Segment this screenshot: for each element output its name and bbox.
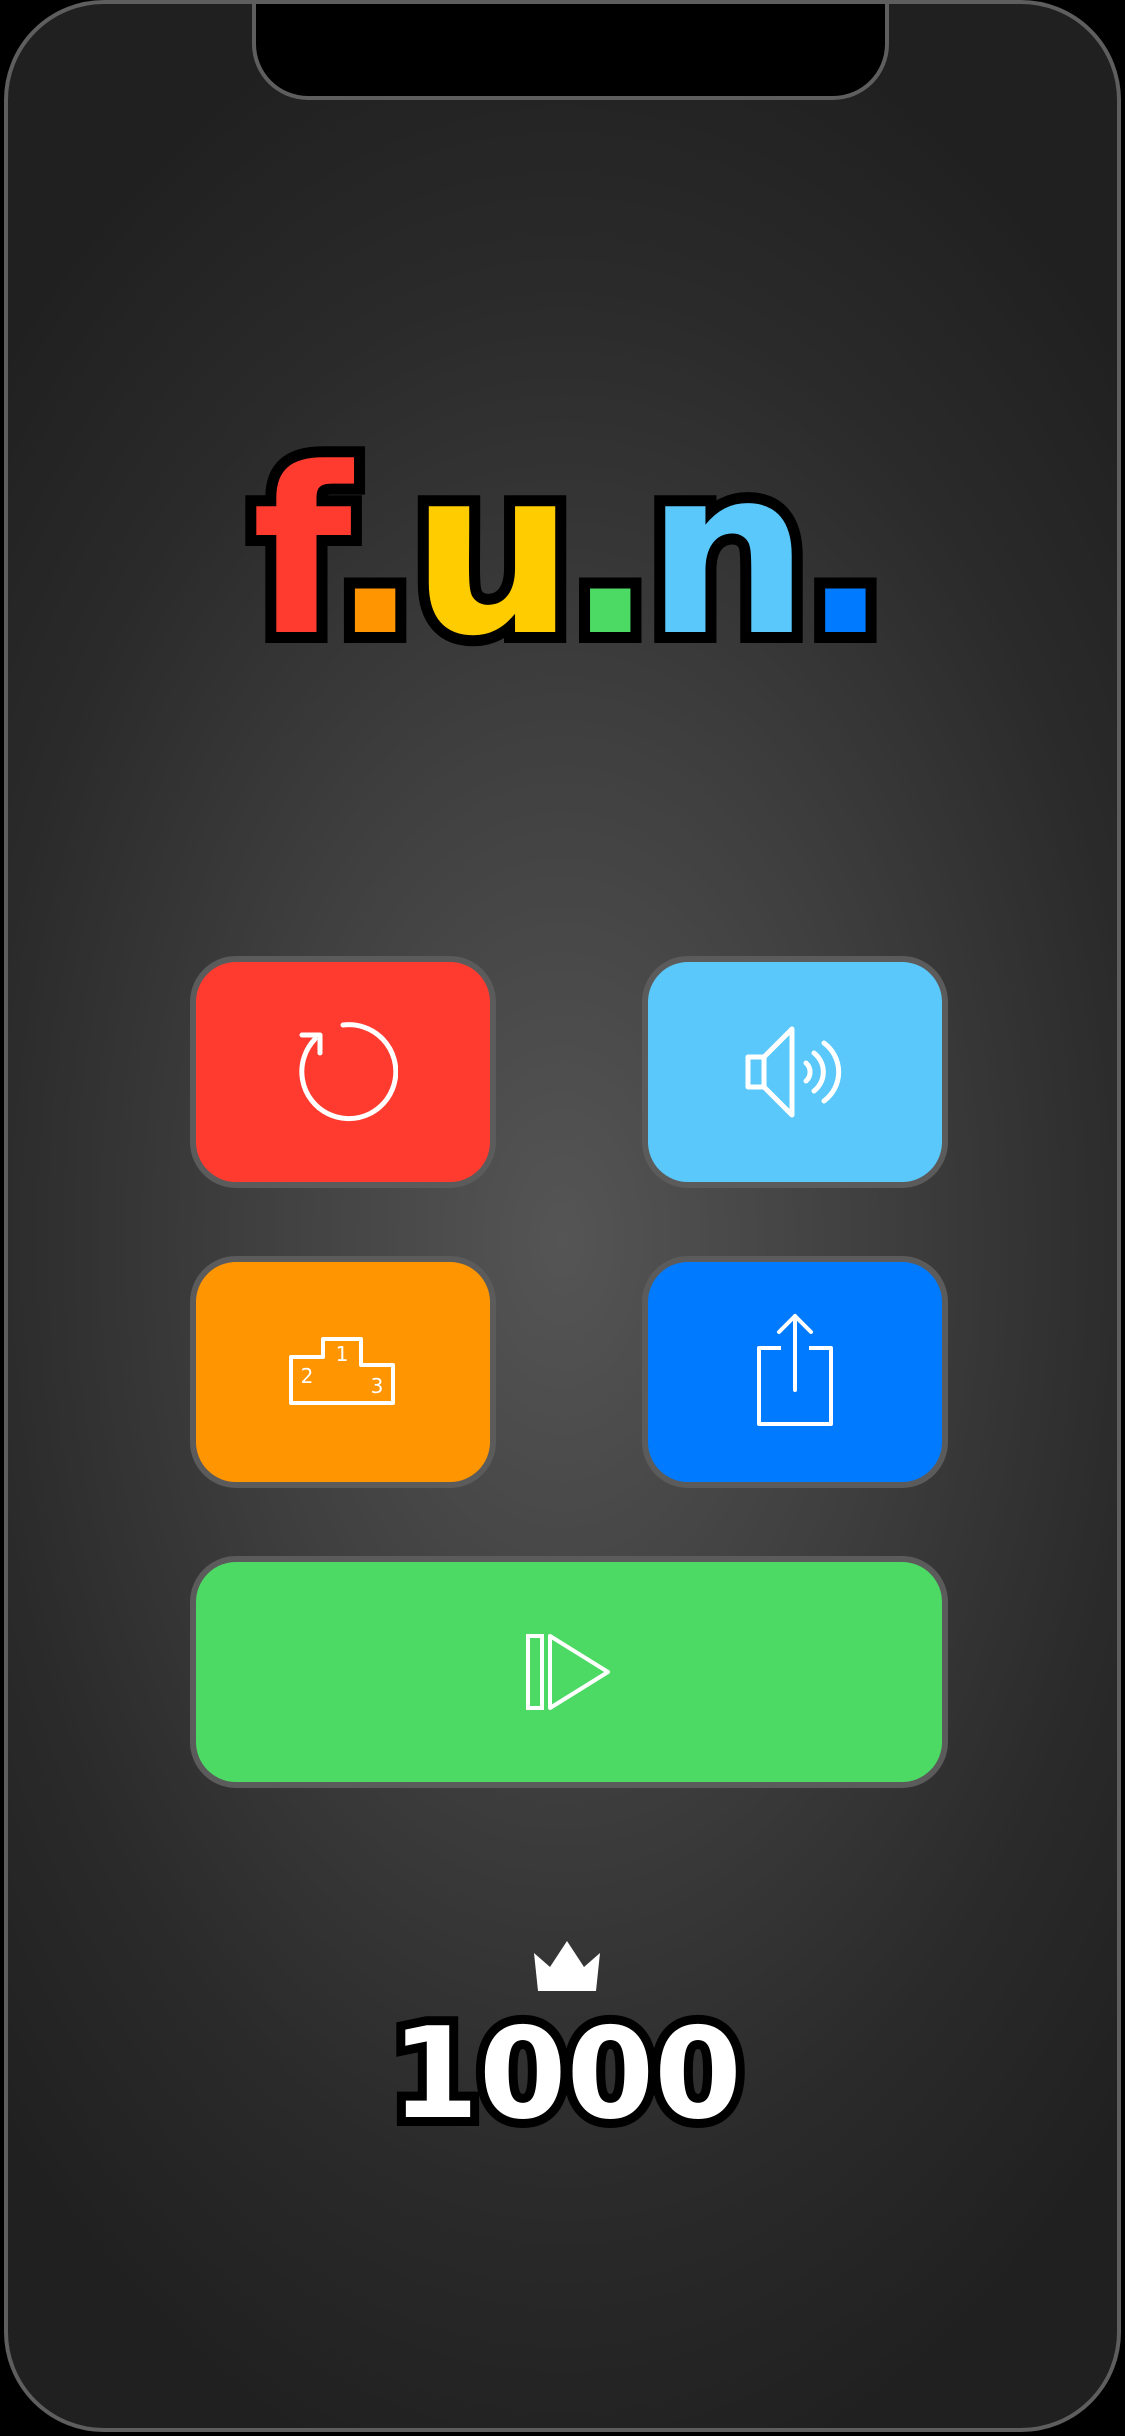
title-letter-n: n — [635, 420, 821, 687]
best-score-crown — [8, 1939, 1117, 1997]
restart-button[interactable] — [190, 956, 496, 1188]
title-dot-3: . — [791, 420, 901, 687]
podium-label-2: 2 — [301, 1364, 314, 1388]
device-frame: f.u.n. 1 2 3 1000 — [0, 0, 1125, 2436]
crown-icon — [533, 1941, 600, 1991]
podium-label-3: 3 — [371, 1374, 384, 1398]
podium-icon: 1 2 3 — [289, 1337, 395, 1405]
title-letter-f: f — [241, 420, 350, 687]
share-icon — [757, 1314, 833, 1426]
share-button[interactable] — [642, 1256, 948, 1488]
resume-icon — [526, 1634, 610, 1710]
play-button[interactable] — [190, 1556, 948, 1788]
best-score: 1000 — [8, 1995, 1117, 2153]
podium-label-1: 1 — [336, 1342, 349, 1366]
sound-button[interactable] — [642, 956, 948, 1188]
restart-icon — [299, 1022, 398, 1122]
title-letter-u: u — [400, 420, 586, 687]
game-screen: f.u.n. 1 2 3 1000 — [4, 0, 1121, 2432]
game-title: f.u.n. — [8, 423, 1117, 685]
speaker-icon — [745, 1026, 842, 1118]
leaderboard-button[interactable]: 1 2 3 — [190, 1256, 496, 1488]
notch — [252, 4, 889, 100]
title-dot-2: . — [556, 420, 666, 687]
title-dot-1: . — [320, 420, 430, 687]
best-score-value: 1000 — [382, 1995, 751, 2153]
